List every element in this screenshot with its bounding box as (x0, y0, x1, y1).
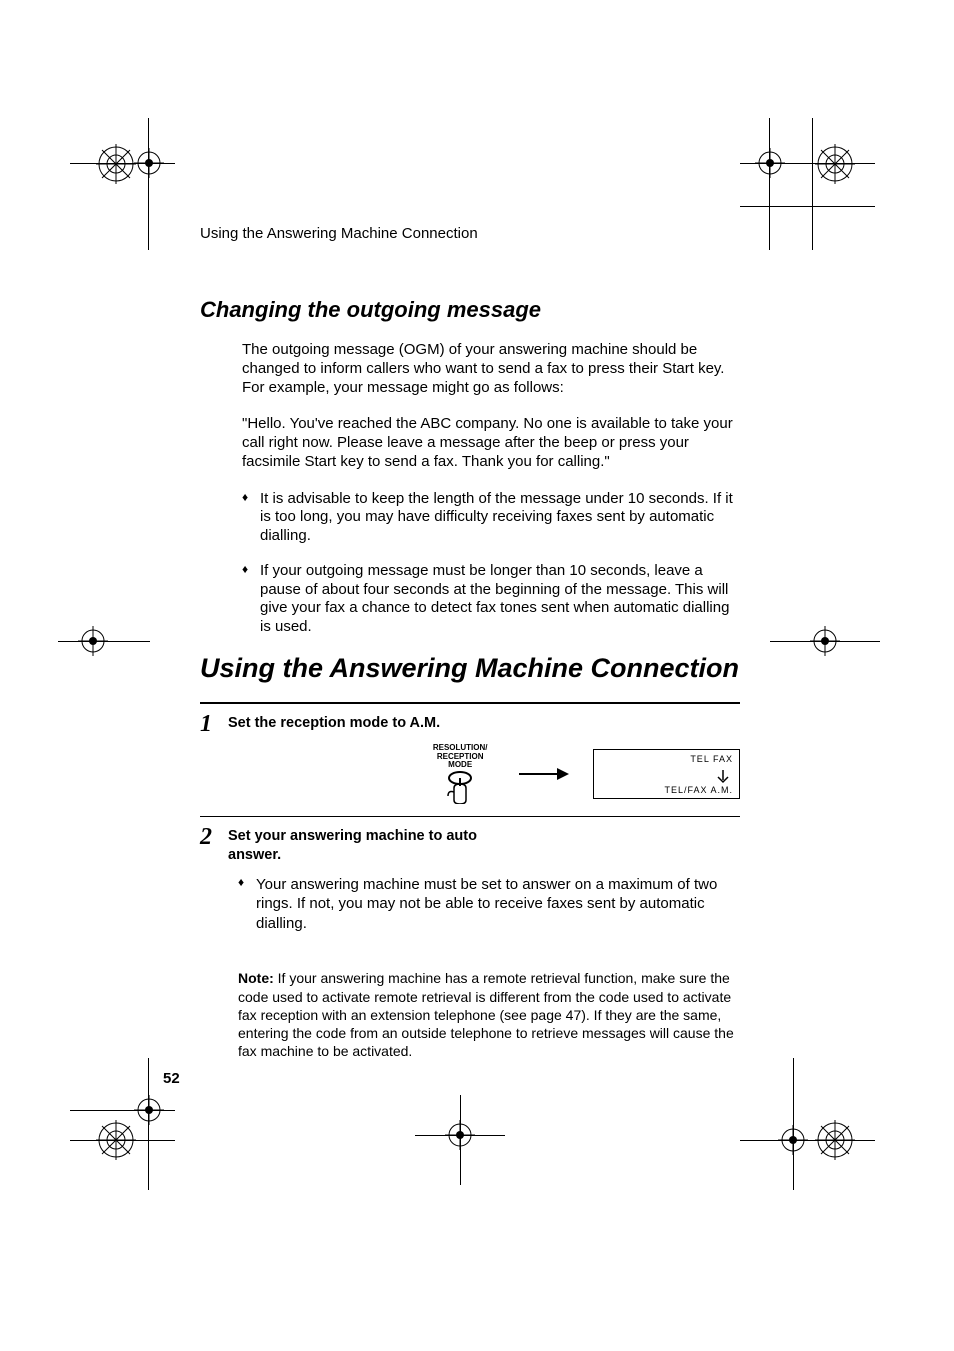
chapter-heading: Using the Answering Machine Connection (200, 653, 740, 684)
body-paragraph: "Hello. You've reached the ABC company. … (242, 415, 740, 471)
note-text: If your answering machine has a remote r… (238, 970, 734, 1059)
bullet-item: It is advisable to keep the length of th… (242, 490, 740, 546)
step-block: 2 Set your answering machine to auto ans… (200, 816, 740, 1060)
arrow-right-icon (519, 766, 569, 782)
step-number: 1 (200, 712, 228, 736)
page-number: 52 (163, 1070, 180, 1087)
step-number: 2 (200, 825, 228, 849)
registration-mark-icon (96, 144, 136, 184)
body-paragraph: The outgoing message (OGM) of your answe… (242, 341, 740, 397)
press-button-icon (440, 770, 480, 804)
lcd-display: TEL FAX TEL/FAX A.M. (593, 749, 740, 799)
registration-mark-icon (815, 144, 855, 184)
lcd-line-top: TEL FAX (690, 754, 733, 764)
step-text: Set the reception mode to A.M. (228, 714, 440, 733)
lcd-line-bottom: TEL/FAX A.M. (664, 785, 733, 795)
page: Using the Answering Machine Connection C… (0, 0, 954, 1351)
step-block: 1 Set the reception mode to A.M. RESOLUT… (200, 702, 740, 804)
arrow-down-icon (717, 770, 729, 786)
section-heading: Changing the outgoing message (200, 297, 740, 323)
running-head: Using the Answering Machine Connection (200, 225, 740, 242)
bullet-item: Your answering machine must be set to an… (238, 875, 740, 934)
content-area: Using the Answering Machine Connection C… (200, 225, 740, 1070)
note-label: Note: (238, 970, 274, 986)
note-paragraph: Note: If your answering machine has a re… (238, 969, 740, 1060)
step-text: Set your answering machine to auto answe… (228, 827, 508, 865)
bullet-item: If your outgoing message must be longer … (242, 562, 740, 637)
button-press-icon: RESOLUTION/RECEPTION MODE (425, 744, 495, 804)
button-label-line: RECEPTION MODE (437, 752, 484, 770)
button-label-line: RESOLUTION/ (433, 743, 488, 752)
step-diagram: RESOLUTION/RECEPTION MODE TEL (425, 744, 740, 804)
